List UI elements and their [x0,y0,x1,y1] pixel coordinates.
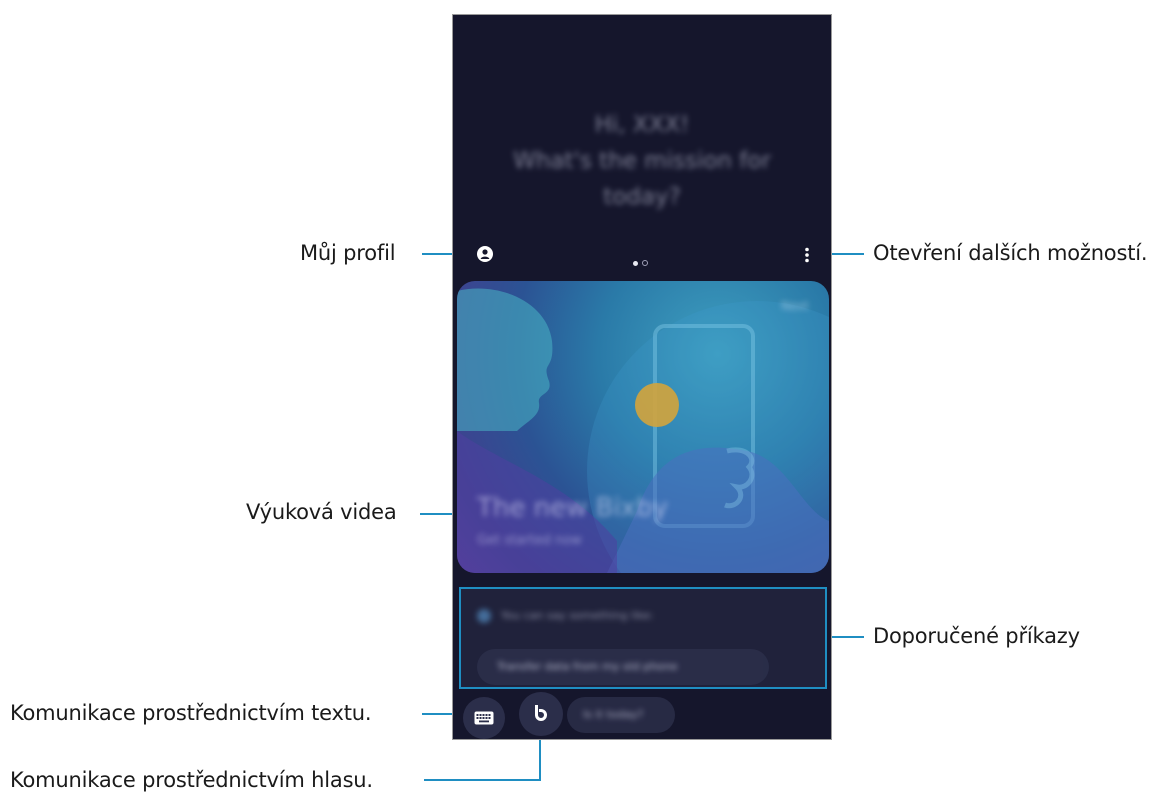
bixby-voice-button[interactable] [519,692,563,736]
bixby-icon [535,705,547,721]
keyboard-icon [474,711,494,725]
keyboard-button[interactable] [463,697,505,739]
callout-line-voice-horizontal [424,779,541,781]
callout-profile-label: Můj profil [300,241,396,265]
card-corner-label: Next [781,299,809,313]
card-title: The new Bixby [477,493,668,523]
greeting: Hi, XXX! What's the mission for today? [453,107,831,215]
greeting-line2: What's the mission for [513,148,771,174]
suggested-command-chip[interactable]: Transfer data from my old phone [477,649,769,685]
page-dot-inactive [642,260,648,266]
page-indicator [633,251,652,270]
suggestions-header-text: You can say something like: [501,609,654,622]
bottom-bar: Is it today? [453,689,831,739]
callout-tutorial-videos-label: Výuková videa [246,500,397,524]
suggested-commands-panel: You can say something like: Transfer dat… [459,587,827,689]
bixby-suggestion-icon [477,609,491,623]
bottom-suggestion-chip[interactable]: Is it today? [567,697,675,733]
callout-voice-communication-label: Komunikace prostřednictvím hlasu. [10,768,373,792]
phone-screen: Hi, XXX! What's the mission for today? N… [452,14,832,740]
page-dot-active [633,261,638,266]
suggested-command-text: Transfer data from my old phone [497,660,678,673]
more-options-icon[interactable] [804,247,810,263]
card-illustration [457,288,829,573]
callout-more-options-label: Otevření dalších možností. [873,241,1148,265]
card-subtitle: Get started now [477,533,582,548]
suggestions-header: You can say something like: [477,609,654,623]
bottom-chip-text: Is it today? [583,708,644,721]
greeting-line1: Hi, XXX! [594,112,690,138]
tutorial-video-card[interactable]: Next The new Bixby Get started now [457,281,829,573]
callout-suggested-commands-label: Doporučené příkazy [873,624,1080,648]
callout-text-communication-label: Komunikace prostřednictvím textu. [10,701,372,725]
greeting-line3: today? [603,184,681,210]
profile-icon[interactable] [477,246,493,262]
